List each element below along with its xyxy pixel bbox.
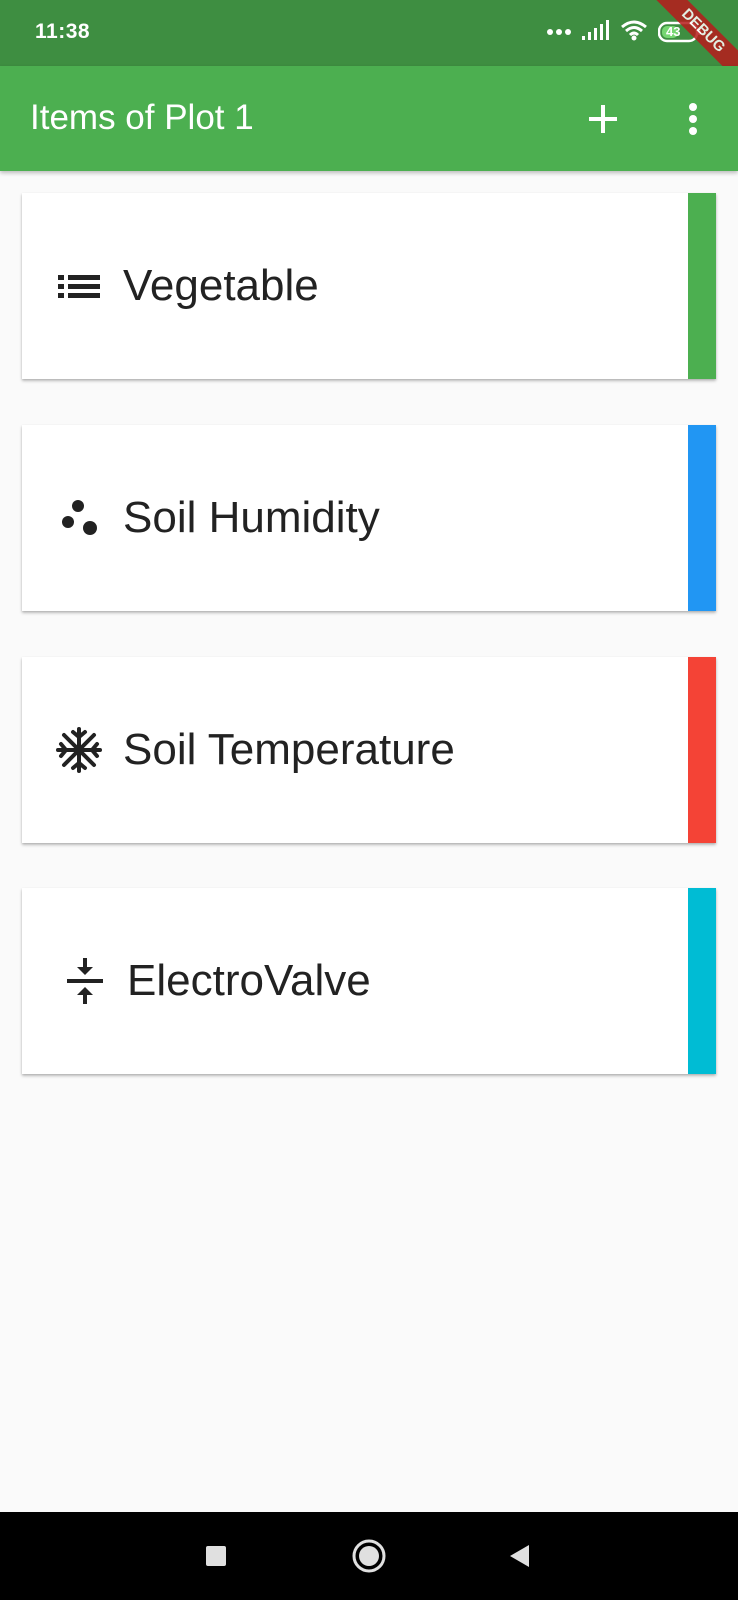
status-time: 11:38 — [35, 20, 91, 43]
list-icon — [54, 261, 104, 311]
back-triangle-icon — [510, 1545, 529, 1567]
page-title: Items of Plot 1 — [30, 98, 254, 137]
item-accent-bar — [688, 425, 716, 611]
home-button[interactable] — [345, 1532, 393, 1580]
item-card-vegetable[interactable]: Vegetable — [22, 193, 716, 379]
item-card-soil-humidity[interactable]: Soil Humidity — [22, 425, 716, 611]
battery-level: 43 — [666, 24, 681, 39]
item-label: Vegetable — [123, 261, 319, 310]
more-dots-icon — [546, 23, 572, 41]
back-button[interactable] — [496, 1532, 544, 1580]
item-card-soil-temperature[interactable]: Soil Temperature — [22, 657, 716, 843]
app-bar: Items of Plot 1 — [0, 66, 738, 171]
status-bar: 11:38 43 DEBUG — [0, 0, 738, 92]
more-options-button[interactable] — [665, 91, 721, 147]
add-icon — [589, 105, 617, 133]
item-label: Soil Humidity — [123, 493, 380, 542]
system-nav-bar — [0, 1512, 738, 1600]
item-card-electrovalve[interactable]: ElectroValve — [22, 888, 716, 1074]
recents-button[interactable] — [192, 1532, 240, 1580]
wifi-icon — [620, 19, 648, 46]
home-circle-icon — [352, 1539, 386, 1573]
item-accent-bar — [688, 657, 716, 843]
recents-square-icon — [206, 1546, 226, 1566]
compress-icon — [60, 956, 110, 1006]
item-label: Soil Temperature — [123, 725, 455, 774]
item-accent-bar — [688, 888, 716, 1074]
item-accent-bar — [688, 193, 716, 379]
snowflake-icon — [54, 725, 104, 775]
more-vert-icon — [689, 103, 697, 135]
item-label: ElectroValve — [127, 956, 371, 1005]
add-button[interactable] — [575, 91, 631, 147]
dots-icon — [54, 493, 104, 543]
signal-icon — [582, 19, 610, 45]
